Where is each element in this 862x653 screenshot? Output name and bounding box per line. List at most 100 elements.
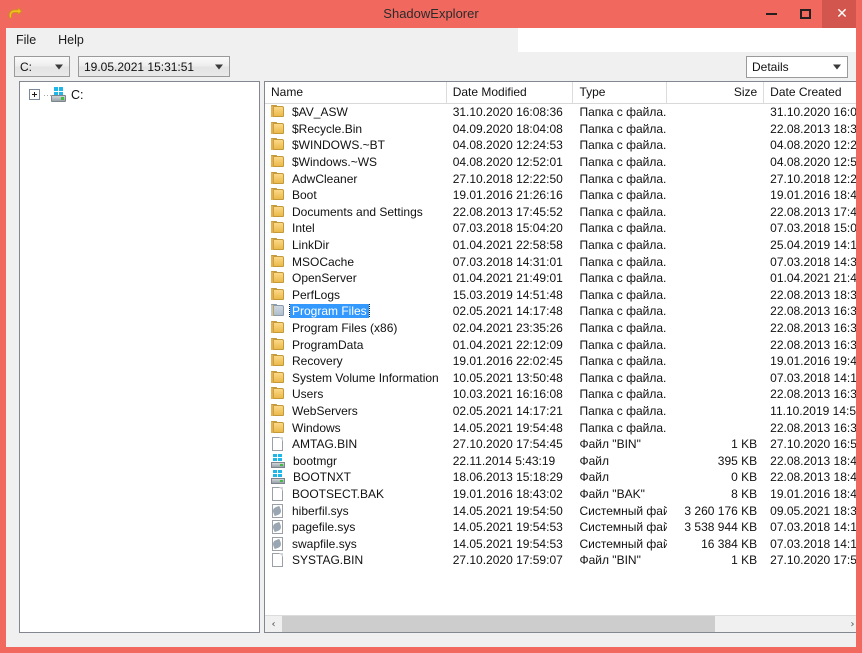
table-row[interactable]: MSOCache 07.03.2018 14:31:01 Папка с файла… <box>265 253 856 270</box>
cell-name: $WINDOWS.~BT <box>265 138 447 152</box>
column-header-date-created[interactable]: Date Created <box>764 82 856 103</box>
table-row[interactable]: $WINDOWS.~BT 04.08.2020 12:24:53 Папка с ф… <box>265 137 856 154</box>
table-row[interactable]: OpenServer 01.04.2021 21:49:01 Папка с фай… <box>265 270 857 287</box>
cell-date-created: 07.03.2018 14:1 <box>770 536 857 551</box>
cell-date-created: 31.10.2020 16:0 <box>770 105 857 120</box>
cell-date-created: 22.08.2013 16:3 <box>770 337 857 352</box>
cell-date-modified: 07.03.2018 14:31:01 <box>452 254 563 269</box>
cell-name: AMTAG.BIN <box>265 437 447 452</box>
close-button[interactable]: ✕ <box>822 0 856 28</box>
cell-date-modified: 01.04.2021 22:58:58 <box>452 238 563 253</box>
table-row[interactable]: $Windows.~WS 04.08.2020 12:52:01 Папка с ф… <box>265 154 856 171</box>
table-row[interactable]: Documents and Settings 22.08.2013 17:45:5… <box>265 204 856 221</box>
scroll-left-icon[interactable]: ‹ <box>265 616 282 633</box>
cell-name: MSOCache <box>265 254 447 269</box>
file-icon <box>270 486 286 501</box>
cell-date-modified: 22.08.2013 17:45:52 <box>452 204 563 219</box>
table-row[interactable]: Users 10.03.2021 16:16:08 Папка с файла...… <box>265 386 856 403</box>
table-row[interactable]: System Volume Information 10.05.2021 13:5… <box>265 370 856 387</box>
expand-plus-icon[interactable] <box>29 89 40 100</box>
table-row[interactable]: Program Files 02.05.2021 14:17:48 Папка с … <box>265 303 856 320</box>
cell-type: Файл <box>579 470 609 485</box>
view-mode-select[interactable]: Details <box>746 55 848 78</box>
cell-type: Папка с файла... <box>579 370 668 385</box>
table-row[interactable]: BOOTSECT.BAK 19.01.2016 18:43:02 Файл "BAK… <box>265 486 856 503</box>
table-row[interactable]: hiberfil.sys 14.05.2021 19:54:50 Системный… <box>265 502 857 519</box>
table-row[interactable]: pagefile.sys 14.05.2021 19:54:53 Системный… <box>265 519 856 536</box>
cell-type: Папка с файла... <box>579 221 668 236</box>
file-name-label: Documents and Settings <box>292 204 423 219</box>
file-name-label: $Windows.~WS <box>292 155 378 170</box>
horizontal-scrollbar[interactable]: ‹ › <box>265 615 856 633</box>
table-row[interactable]: bootmgr 22.11.2014 5:43:19 Файл 395 KB 22.08… <box>265 452 856 469</box>
table-row[interactable]: PerfLogs 15.03.2019 14:51:48 Папка с файла… <box>265 287 857 304</box>
minimize-button[interactable] <box>754 0 788 28</box>
scroll-right-icon[interactable]: › <box>844 616 856 633</box>
table-row[interactable]: BOOTNXT 18.06.2013 15:18:29 Файл 0 KB 22.08.… <box>265 469 857 486</box>
cell-size: 395 KB <box>717 453 758 468</box>
snapshot-date-select[interactable]: 19.05.2021 15:31:51 <box>78 56 230 77</box>
cell-size: 3 260 176 KB <box>684 503 758 518</box>
folder-tree-panel[interactable]: ··· C: <box>19 81 260 633</box>
folder-icon <box>270 420 286 435</box>
table-row[interactable]: Boot 19.01.2016 21:26:16 Папка с файла... 1… <box>265 187 856 204</box>
table-row[interactable]: ProgramData 01.04.2021 22:12:09 Папка с фа… <box>265 336 857 353</box>
maximize-button[interactable] <box>788 0 822 28</box>
folder-icon <box>270 221 286 235</box>
cell-name: $Recycle.Bin <box>265 121 447 136</box>
menu-item-help[interactable]: Help <box>48 30 94 50</box>
cell-name: pagefile.sys <box>265 520 447 535</box>
folder-icon <box>270 337 286 352</box>
file-name-label: Intel <box>292 221 315 236</box>
folder-icon <box>270 155 286 169</box>
table-row[interactable]: swapfile.sys 14.05.2021 19:54:53 Системный… <box>265 535 857 552</box>
file-name-label: pagefile.sys <box>292 520 356 535</box>
table-row[interactable]: Program Files (x86) 02.04.2021 23:35:26 Па… <box>265 320 856 337</box>
cell-date-created: 22.08.2013 18:3 <box>770 287 857 302</box>
folder-icon <box>270 238 286 252</box>
column-header-row: Name Date Modified Type Size Date Created <box>265 82 856 104</box>
scrollbar-track[interactable] <box>282 615 844 632</box>
file-name-label: Recovery <box>292 354 343 369</box>
cell-date-created: 22.08.2013 18:4 <box>770 470 857 485</box>
table-row[interactable]: AMTAG.BIN 27.10.2020 17:54:45 Файл "BIN" 1 … <box>265 436 856 453</box>
drive-select-value: C: <box>20 59 32 74</box>
table-row[interactable]: $Recycle.Bin 04.09.2020 18:04:08 Папка с ф… <box>265 121 857 138</box>
chevron-down-icon <box>55 64 63 69</box>
cell-date-modified: 04.08.2020 12:52:01 <box>452 155 563 170</box>
cell-date-modified: 22.11.2014 5:43:19 <box>452 453 556 468</box>
column-header-type[interactable]: Type <box>573 82 668 103</box>
table-row[interactable]: WebServers 02.05.2021 14:17:21 Папка с фай… <box>265 403 856 420</box>
cell-type: Папка с файла... <box>579 238 668 253</box>
table-row[interactable]: Windows 14.05.2021 19:54:48 Папка с файла.… <box>265 419 856 436</box>
file-name-label: Users <box>292 387 324 402</box>
file-name-label: MSOCache <box>292 254 355 269</box>
folder-icon <box>270 354 286 368</box>
column-header-name[interactable]: Name <box>265 82 447 103</box>
cell-type: Папка с файла... <box>579 354 668 369</box>
table-row[interactable]: SYSTAG.BIN 27.10.2020 17:59:07 Файл "BIN" 1… <box>265 552 856 569</box>
column-header-date-modified[interactable]: Date Modified <box>447 82 574 103</box>
cell-name: Program Files <box>265 304 447 319</box>
file-list-panel[interactable]: Name Date Modified Type Size Date Created $A… <box>264 81 857 633</box>
table-row[interactable]: LinkDir 01.04.2021 22:58:58 Папка с файла.… <box>265 237 856 254</box>
cell-type: Папка с файла... <box>579 121 668 136</box>
file-name-label: Program Files (x86) <box>292 321 398 336</box>
table-row[interactable]: Recovery 19.01.2016 22:02:45 Папка с файла… <box>265 353 856 370</box>
file-name-label: LinkDir <box>292 238 330 253</box>
column-header-size[interactable]: Size <box>667 82 765 103</box>
cell-date-created: 22.08.2013 18:3 <box>770 121 857 136</box>
cell-date-modified: 19.01.2016 22:02:45 <box>452 354 563 369</box>
cell-date-created: 09.05.2021 18:3 <box>770 503 857 518</box>
folder-icon <box>270 287 286 302</box>
table-row[interactable]: AdwCleaner 27.10.2018 12:22:50 Папка с фай… <box>265 170 856 187</box>
cell-date-modified: 19.01.2016 18:43:02 <box>452 486 563 501</box>
cell-date-modified: 14.05.2021 19:54:48 <box>452 420 563 435</box>
table-row[interactable]: Intel 07.03.2018 15:04:20 Папка с файла...… <box>265 220 856 237</box>
drive-select[interactable]: C: <box>14 56 70 77</box>
scrollbar-thumb[interactable] <box>282 615 715 632</box>
menu-item-file[interactable]: File <box>6 30 46 50</box>
cell-date-created: 01.04.2021 21:4 <box>770 271 857 286</box>
table-row[interactable]: $AV_ASW 31.10.2020 16:08:36 Папка с файла.… <box>265 104 857 121</box>
tree-item-c-drive[interactable]: ··· C: <box>20 82 259 102</box>
